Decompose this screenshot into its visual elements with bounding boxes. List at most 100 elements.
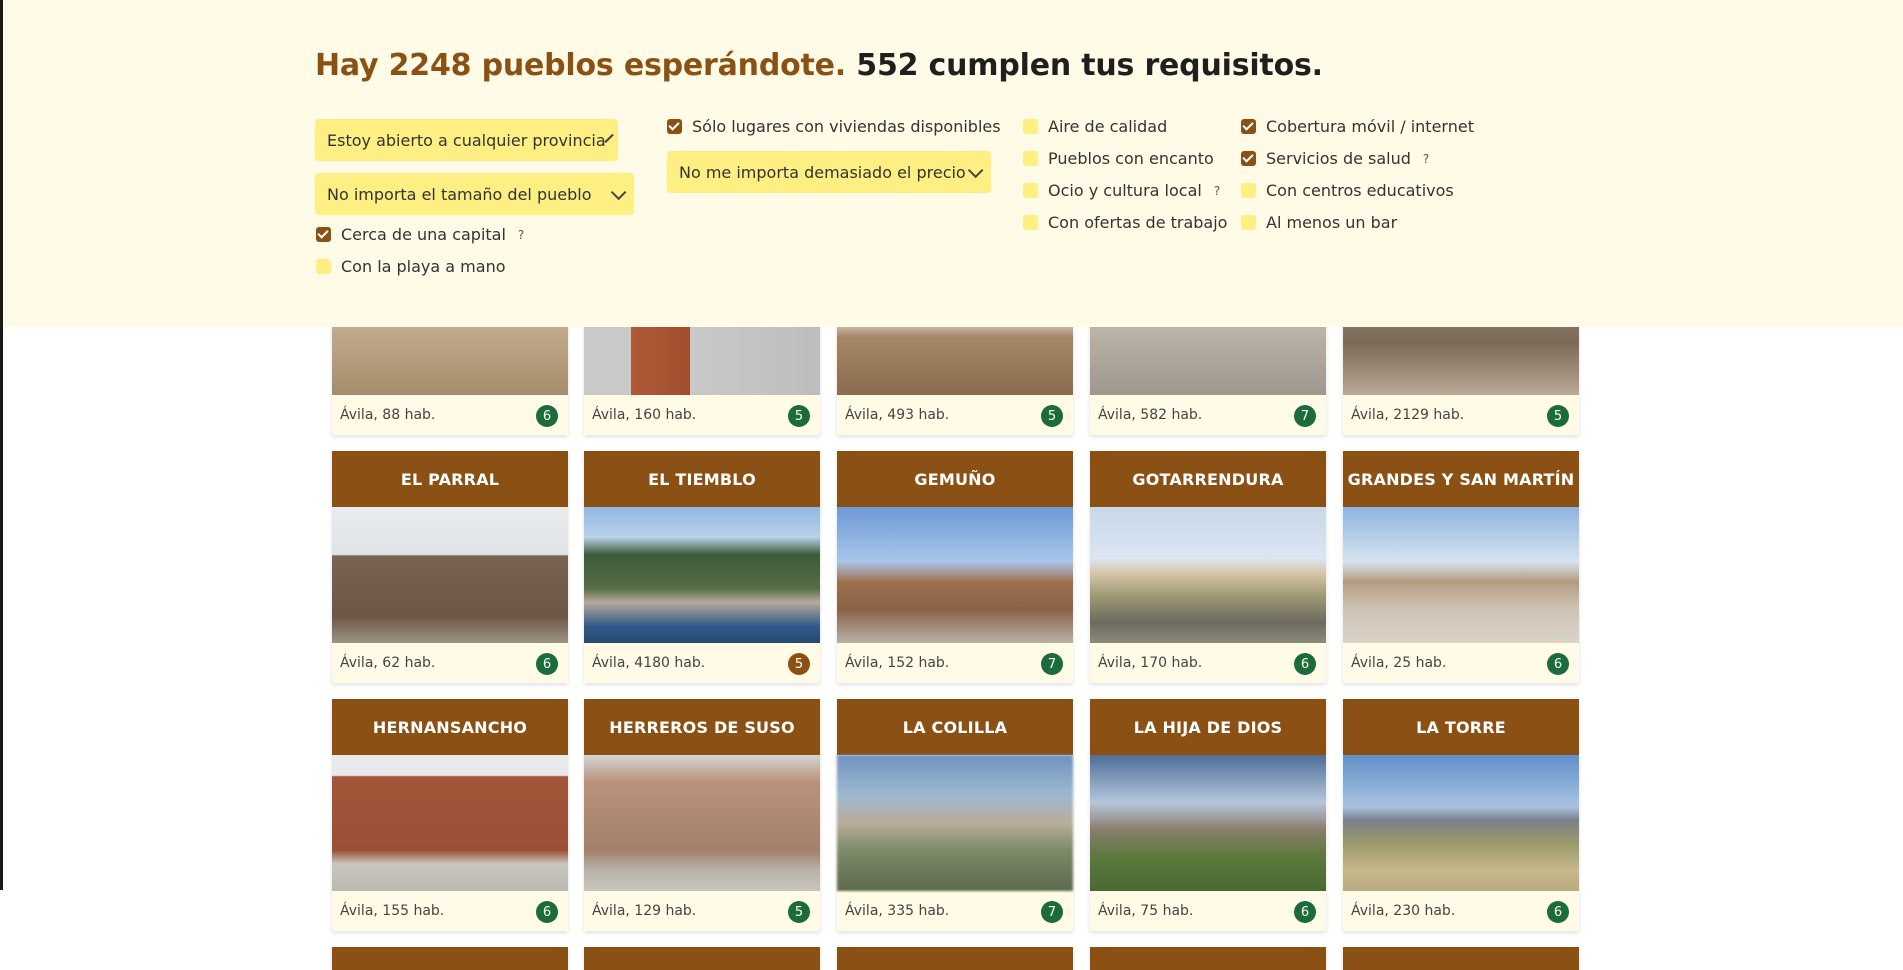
score-badge: 6: [1294, 653, 1316, 675]
checkbox-icon[interactable]: [316, 259, 331, 274]
size-select[interactable]: No importa el tamaño del pueblo: [315, 173, 634, 215]
score-badge: 6: [1547, 653, 1569, 675]
help-icon[interactable]: ?: [1423, 152, 1429, 166]
score-badge: 5: [1547, 405, 1569, 427]
checkbox-mobile-coverage[interactable]: Cobertura móvil / internet: [1241, 117, 1474, 136]
checkbox-label: Al menos un bar: [1266, 213, 1398, 232]
checkbox-charming-villages[interactable]: Pueblos con encanto: [1023, 149, 1214, 168]
village-card[interactable]: GEMUÑO Ávila, 152 hab. 7: [837, 451, 1073, 683]
checkbox-checked-icon[interactable]: [1241, 119, 1256, 134]
checkbox-schools[interactable]: Con centros educativos: [1241, 181, 1454, 200]
checkbox-label: Ocio y cultura local: [1048, 181, 1202, 200]
village-card[interactable]: LA HIJA DE DIOS Ávila, 75 hab. 6: [1090, 699, 1326, 931]
village-info: Ávila, 62 hab.: [340, 655, 436, 671]
village-name: HERREROS DE SUSO: [584, 699, 820, 755]
village-name: HERNANSANCHO: [332, 699, 568, 755]
village-name-truncated: [332, 947, 568, 970]
village-card[interactable]: EL PARRAL Ávila, 62 hab. 6: [332, 451, 568, 683]
checkbox-beach[interactable]: Con la playa a mano: [316, 257, 506, 276]
price-select[interactable]: No me importa demasiado el precio: [667, 151, 991, 193]
village-name: LA COLILLA: [837, 699, 1073, 755]
size-select-value: No importa el tamaño del pueblo: [327, 184, 592, 204]
checkbox-icon[interactable]: [1023, 119, 1038, 134]
village-info: Ávila, 230 hab.: [1351, 903, 1456, 919]
checkbox-icon[interactable]: [1023, 151, 1038, 166]
checkbox-leisure-culture[interactable]: Ocio y cultura local ?: [1023, 181, 1220, 200]
total-villages-text: Hay 2248 pueblos esperándote.: [315, 48, 847, 83]
village-card[interactable]: LA COLILLA Ávila, 335 hab. 7: [837, 699, 1073, 931]
village-card[interactable]: LA TORRE Ávila, 230 hab. 6: [1343, 699, 1579, 931]
checkbox-checked-icon[interactable]: [316, 227, 331, 242]
checkbox-icon[interactable]: [1023, 215, 1038, 230]
checkbox-icon[interactable]: [1023, 183, 1038, 198]
village-photo: [332, 507, 568, 643]
score-badge: 6: [1547, 901, 1569, 923]
village-card[interactable]: HERNANSANCHO Ávila, 155 hab. 6: [332, 699, 568, 931]
score-badge: 6: [536, 901, 558, 923]
village-name: GOTARRENDURA: [1090, 451, 1326, 507]
village-card[interactable]: [1090, 947, 1326, 970]
chevron-down-icon: [967, 162, 984, 178]
village-info: Ávila, 160 hab.: [592, 407, 697, 423]
page-title: Hay 2248 pueblos esperándote. 552 cumple…: [315, 48, 1323, 83]
checkbox-job-offers[interactable]: Con ofertas de trabajo: [1023, 213, 1227, 232]
checkbox-icon[interactable]: [1241, 215, 1256, 230]
checkbox-bar[interactable]: Al menos un bar: [1241, 213, 1397, 232]
filter-panel: Hay 2248 pueblos esperándote. 552 cumple…: [3, 0, 1903, 327]
checkbox-housing-available[interactable]: Sólo lugares con viviendas disponibles: [667, 117, 1001, 136]
price-select-value: No me importa demasiado el precio: [679, 162, 966, 182]
village-info: Ávila, 129 hab.: [592, 903, 697, 919]
checkbox-label: Sólo lugares con viviendas disponibles: [692, 117, 1001, 136]
village-name: EL PARRAL: [332, 451, 568, 507]
village-photo: [837, 507, 1073, 643]
checkbox-label: Servicios de salud: [1266, 149, 1411, 168]
village-info: Ávila, 88 hab.: [340, 407, 436, 423]
score-badge: 6: [536, 405, 558, 427]
village-name: GRANDES Y SAN MARTÍN: [1343, 451, 1579, 507]
province-select[interactable]: Estoy abierto a cualquier provincia: [315, 119, 618, 161]
village-photo: [1343, 507, 1579, 643]
village-card[interactable]: GOTARRENDURA Ávila, 170 hab. 6: [1090, 451, 1326, 683]
help-icon[interactable]: ?: [518, 228, 524, 242]
village-card[interactable]: [584, 947, 820, 970]
village-info: Ávila, 170 hab.: [1098, 655, 1203, 671]
village-card[interactable]: HERREROS DE SUSO Ávila, 129 hab. 5: [584, 699, 820, 931]
village-photo: [584, 755, 820, 891]
village-name-truncated: [1090, 947, 1326, 970]
village-info: Ávila, 4180 hab.: [592, 655, 706, 671]
help-icon[interactable]: ?: [1214, 184, 1220, 198]
village-card[interactable]: [332, 947, 568, 970]
village-name: LA TORRE: [1343, 699, 1579, 755]
village-card[interactable]: [1343, 947, 1579, 970]
village-photo: [837, 755, 1073, 891]
village-name-truncated: [584, 947, 820, 970]
checkbox-checked-icon[interactable]: [1241, 151, 1256, 166]
score-badge: 5: [788, 901, 810, 923]
matching-villages-text: 552 cumplen tus requisitos.: [856, 48, 1323, 83]
village-name: LA HIJA DE DIOS: [1090, 699, 1326, 755]
checkbox-label: Pueblos con encanto: [1048, 149, 1214, 168]
chevron-down-icon: [610, 184, 627, 200]
village-card[interactable]: EL TIEMBLO Ávila, 4180 hab. 5: [584, 451, 820, 683]
village-info: Ávila, 2129 hab.: [1351, 407, 1465, 423]
checkbox-health-services[interactable]: Servicios de salud ?: [1241, 149, 1429, 168]
checkbox-icon[interactable]: [1241, 183, 1256, 198]
score-badge: 7: [1294, 405, 1316, 427]
village-photo: [1090, 507, 1326, 643]
village-photo: [1090, 755, 1326, 891]
checkbox-label: Cobertura móvil / internet: [1266, 117, 1474, 136]
score-badge: 5: [788, 653, 810, 675]
score-badge: 7: [1041, 653, 1063, 675]
checkbox-label: Con centros educativos: [1266, 181, 1454, 200]
village-info: Ávila, 75 hab.: [1098, 903, 1194, 919]
village-name: EL TIEMBLO: [584, 451, 820, 507]
checkbox-air-quality[interactable]: Aire de calidad: [1023, 117, 1167, 136]
village-card[interactable]: GRANDES Y SAN MARTÍN Ávila, 25 hab. 6: [1343, 451, 1579, 683]
checkbox-checked-icon[interactable]: [667, 119, 682, 134]
province-select-value: Estoy abierto a cualquier provincia: [327, 130, 606, 150]
score-badge: 6: [536, 653, 558, 675]
score-badge: 6: [1294, 901, 1316, 923]
village-info: Ávila, 335 hab.: [845, 903, 950, 919]
checkbox-near-capital[interactable]: Cerca de una capital ?: [316, 225, 524, 244]
village-card[interactable]: [837, 947, 1073, 970]
